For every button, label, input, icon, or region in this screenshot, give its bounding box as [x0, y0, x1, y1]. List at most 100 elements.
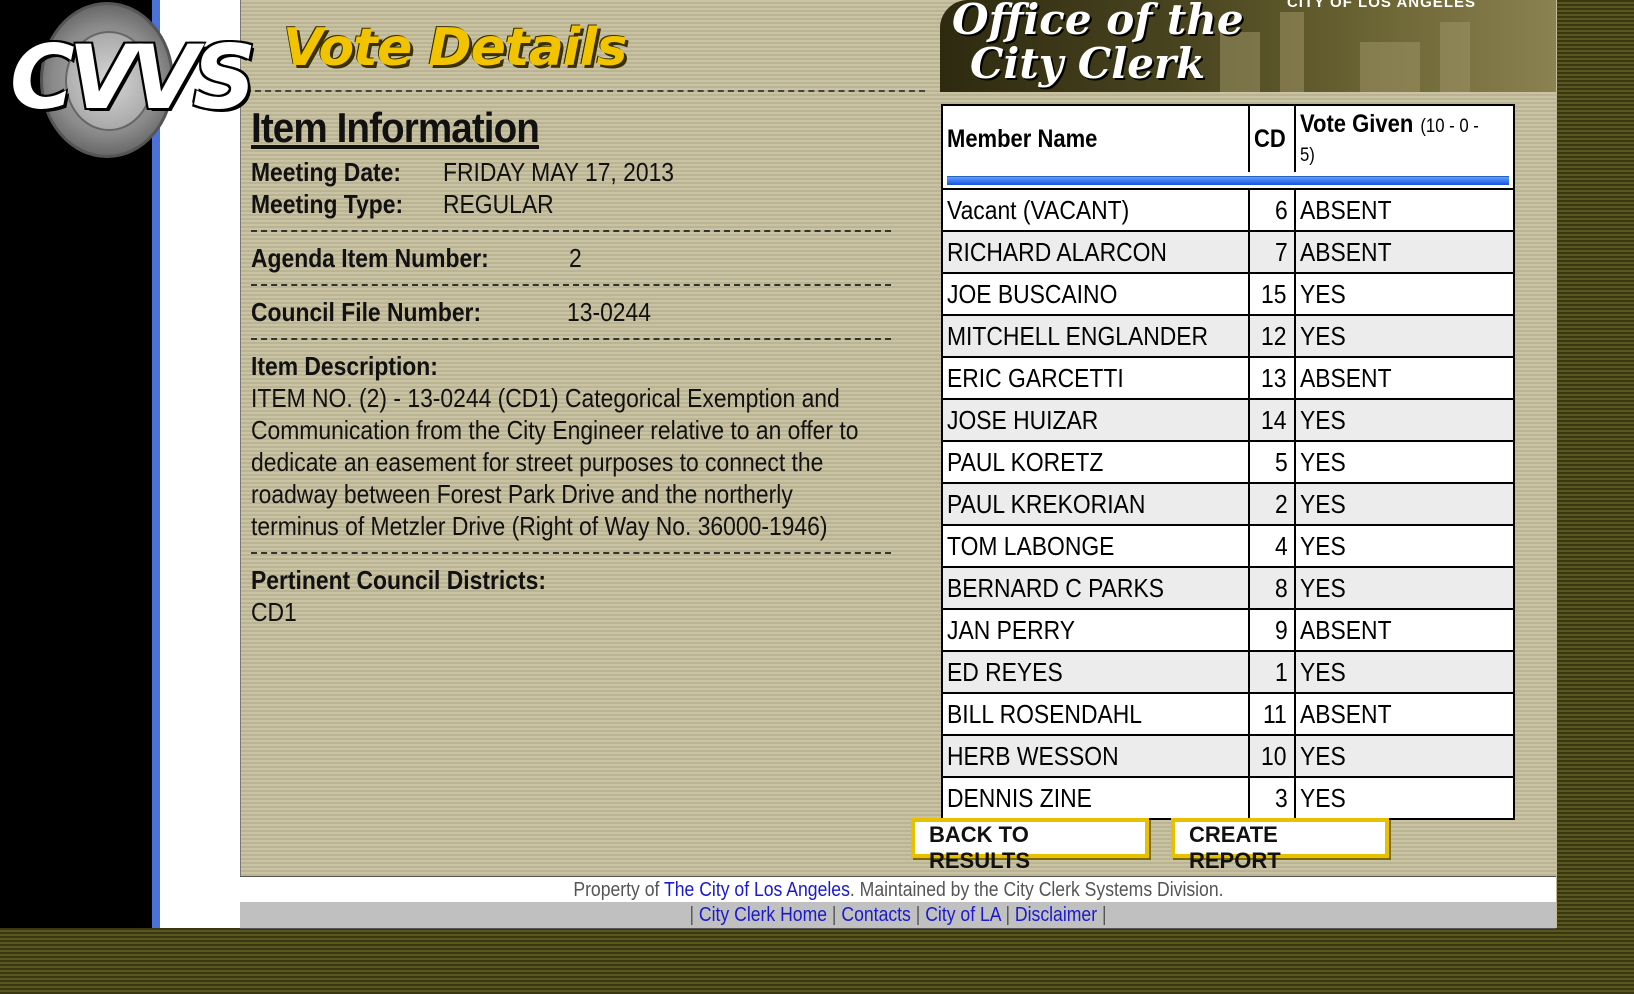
city-clerk-home-link[interactable]: City Clerk Home: [699, 904, 827, 926]
vote-row: RICHARD ALARCON 7 ABSENT: [943, 230, 1513, 273]
meeting-date-row: Meeting Date: FRIDAY MAY 17, 2013: [251, 156, 891, 188]
cd-cell: 4: [1248, 524, 1296, 567]
member-name-cell: MITCHELL ENGLANDER: [943, 314, 1250, 357]
meeting-type-label: Meeting Type:: [251, 189, 404, 219]
cd-cell: 12: [1248, 314, 1296, 357]
main-panel: Vote Details Item Information Meeting Da…: [240, 0, 1557, 928]
separator: |: [689, 904, 695, 926]
page-title: Vote Details: [283, 18, 627, 78]
member-name-cell: RICHARD ALARCON: [943, 230, 1250, 273]
footer-prefix: Property of: [572, 879, 659, 901]
cd-cell: 3: [1248, 776, 1296, 818]
separator: |: [915, 904, 921, 926]
cd-cell: 10: [1248, 734, 1296, 777]
vote-row: ERIC GARCETTI 13 ABSENT: [943, 356, 1513, 399]
member-name-cell: DENNIS ZINE: [943, 776, 1250, 818]
vote-row: DENNIS ZINE 3 YES: [943, 776, 1513, 818]
member-name-cell: PAUL KREKORIAN: [943, 482, 1250, 525]
member-name-cell: BERNARD C PARKS: [943, 566, 1250, 609]
member-name-cell: ERIC GARCETTI: [943, 356, 1250, 399]
city-of-los-angeles-label: CITY OF LOS ANGELES: [1286, 0, 1476, 11]
separator: |: [1005, 904, 1011, 926]
vote-row: Vacant (VACANT) 6 ABSENT: [943, 188, 1513, 231]
contacts-link[interactable]: Contacts: [841, 904, 910, 926]
cd-cell: 6: [1248, 188, 1296, 231]
vote-cell: YES: [1294, 440, 1513, 483]
council-districts-label: Pertinent Council Districts:: [251, 565, 546, 595]
meeting-date-label: Meeting Date:: [251, 157, 402, 187]
create-report-button[interactable]: CREATE REPORT: [1171, 818, 1389, 873]
office-of-city-clerk-banner: Office of the City Clerk CITY OF LOS ANG…: [940, 0, 1556, 92]
member-name-cell: TOM LABONGE: [943, 524, 1250, 567]
meeting-date-value: FRIDAY MAY 17, 2013: [443, 157, 675, 187]
vote-row: PAUL KREKORIAN 2 YES: [943, 482, 1513, 525]
cvvs-logo[interactable]: CVVS: [4, 2, 256, 158]
vote-row: JAN PERRY 9 ABSENT: [943, 608, 1513, 651]
city-of-los-angeles-link[interactable]: The City of Los Angeles: [664, 879, 850, 901]
separator: |: [1101, 904, 1107, 926]
cd-cell: 14: [1248, 398, 1296, 441]
vote-cell: YES: [1294, 524, 1513, 567]
member-name-cell: JOE BUSCAINO: [943, 272, 1250, 315]
vote-row: JOSE HUIZAR 14 YES: [943, 398, 1513, 441]
member-name-cell: BILL ROSENDAHL: [943, 692, 1250, 735]
cd-cell: 9: [1248, 608, 1296, 651]
vote-cell: YES: [1294, 398, 1513, 441]
vote-cell: YES: [1294, 566, 1513, 609]
districts-label-row: Pertinent Council Districts:: [251, 564, 891, 596]
member-name-cell: Vacant (VACANT): [943, 188, 1250, 231]
vote-cell: ABSENT: [1294, 188, 1513, 231]
vote-row: ED REYES 1 YES: [943, 650, 1513, 693]
council-file-value: 13-0244: [567, 297, 651, 327]
member-name-cell: JOSE HUIZAR: [943, 398, 1250, 441]
blue-header-bar: [947, 175, 1509, 185]
cd-cell: 2: [1248, 482, 1296, 525]
vote-cell: YES: [1294, 776, 1513, 818]
cd-header: CD: [1248, 106, 1296, 172]
vote-table-body: Vacant (VACANT) 6 ABSENT RICHARD ALARCON 7 AB…: [943, 188, 1513, 818]
member-name-cell: PAUL KORETZ: [943, 440, 1250, 483]
cd-cell: 13: [1248, 356, 1296, 399]
city-of-la-link[interactable]: City of LA: [925, 904, 1000, 926]
council-districts-value: CD1: [251, 597, 297, 627]
disclaimer-link[interactable]: Disclaimer: [1015, 904, 1097, 926]
item-information-heading: Item Information: [251, 104, 540, 151]
description-label-row: Item Description:: [251, 350, 891, 382]
member-name-cell: ED REYES: [943, 650, 1250, 693]
divider: [251, 284, 891, 286]
cd-cell: 15: [1248, 272, 1296, 315]
member-name-cell: HERB WESSON: [943, 734, 1250, 777]
vote-row: PAUL KORETZ 5 YES: [943, 440, 1513, 483]
item-information-section: Item Information Meeting Date: FRIDAY MA…: [251, 104, 891, 628]
office-title-line1: Office of the: [952, 0, 1244, 44]
item-description-text: ITEM NO. (2) - 13-0244 (CD1) Categorical…: [251, 383, 859, 541]
vote-cell: ABSENT: [1294, 356, 1513, 399]
logo-text: CVVS: [10, 26, 256, 129]
vote-row: HERB WESSON 10 YES: [943, 734, 1513, 777]
cd-cell: 8: [1248, 566, 1296, 609]
vote-row: BERNARD C PARKS 8 YES: [943, 566, 1513, 609]
office-title: Office of the City Clerk: [952, 0, 1244, 86]
vote-cell: YES: [1294, 272, 1513, 315]
meeting-type-value: REGULAR: [443, 189, 554, 219]
vote-row: TOM LABONGE 4 YES: [943, 524, 1513, 567]
header-bar-row: [943, 172, 1513, 189]
item-description-label: Item Description:: [251, 351, 438, 381]
banner-building-shape: [1440, 22, 1470, 92]
vote-cell: YES: [1294, 314, 1513, 357]
cd-cell: 5: [1248, 440, 1296, 483]
banner-building-shape: [1280, 12, 1304, 92]
vote-given-header: Vote Given (10 - 0 - 5): [1299, 110, 1479, 166]
vote-row: JOE BUSCAINO 15 YES: [943, 272, 1513, 315]
title-divider: [245, 90, 925, 92]
footer-suffix: . Maintained by the City Clerk Systems D…: [849, 879, 1224, 901]
footer-property-line: Property of The City of Los Angeles. Mai…: [240, 876, 1556, 903]
banner-building-shape: [1360, 42, 1420, 92]
cd-cell: 7: [1248, 230, 1296, 273]
vote-cell: ABSENT: [1294, 230, 1513, 273]
divider: [251, 338, 891, 340]
vote-table-header: Member Name CD Vote Given (10 - 0 - 5): [943, 106, 1513, 172]
vote-cell: YES: [1294, 482, 1513, 525]
vote-row: BILL ROSENDAHL 11 ABSENT: [943, 692, 1513, 735]
back-to-results-button[interactable]: BACK TO RESULTS: [911, 818, 1149, 873]
